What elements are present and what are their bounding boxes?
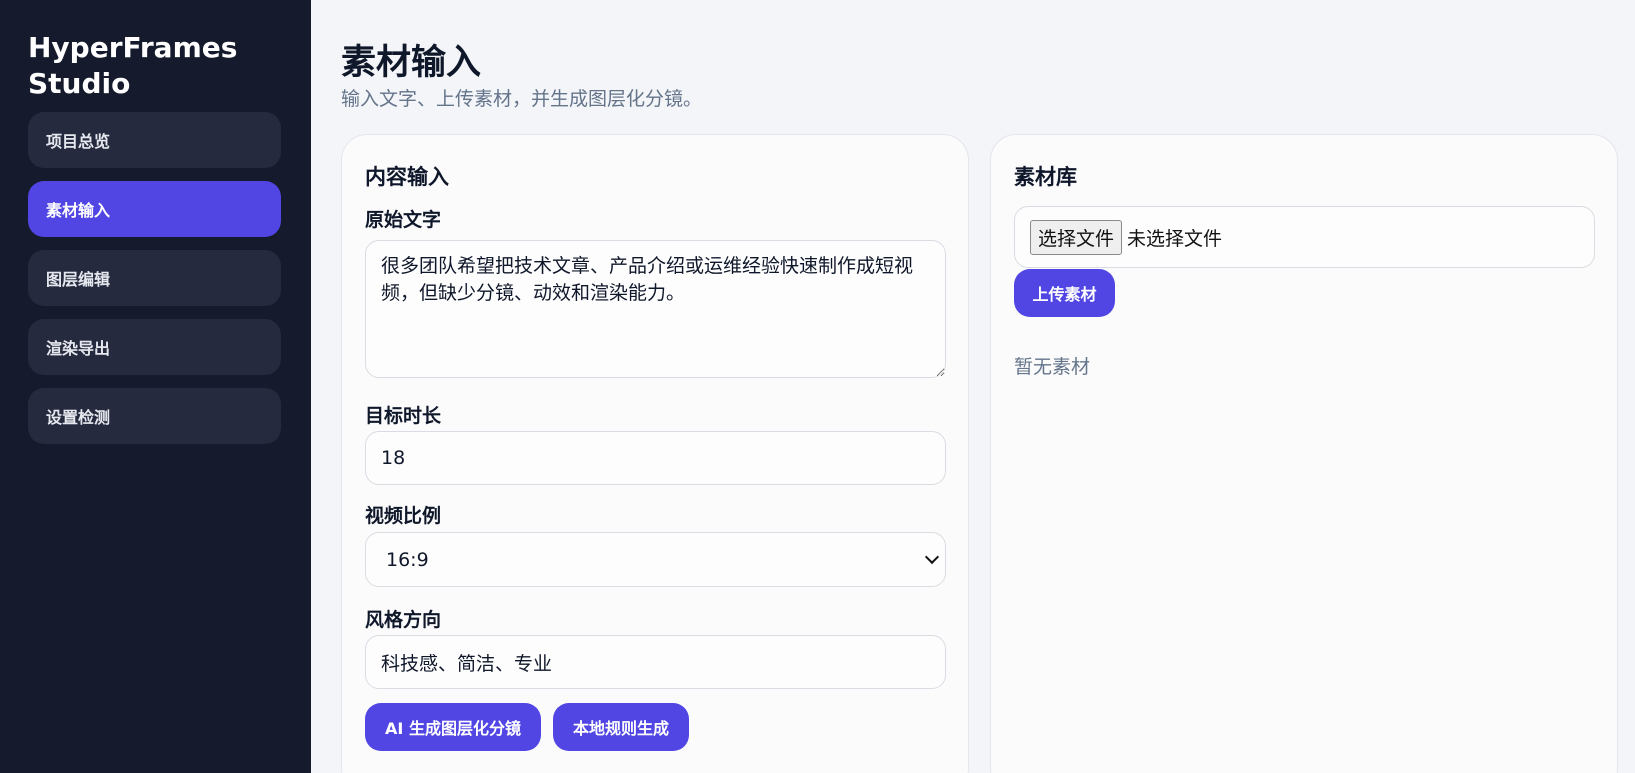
content-input-card: 内容输入 原始文字 很多团队希望把技术文章、产品介绍或运维经验快速制作成短视频，…	[341, 134, 969, 773]
sidebar-item-settings-check[interactable]: 设置检测	[28, 388, 281, 444]
file-status: 未选择文件	[1127, 227, 1223, 250]
source-text-input[interactable]: 很多团队希望把技术文章、产品介绍或运维经验快速制作成短视频，但缺少分镜、动效和渲…	[365, 240, 946, 378]
sidebar-item-label: 项目总览	[46, 132, 111, 151]
ratio-selected-value: 16:9	[386, 548, 429, 571]
sidebar-item-label: 渲染导出	[46, 339, 111, 358]
sidebar: HyperFrames Studio 项目总览 素材输入 图层编辑 渲染导出 设…	[0, 0, 311, 773]
chevron-down-icon	[924, 549, 940, 565]
duration-input[interactable]	[365, 431, 946, 485]
choose-file-button[interactable]: 选择文件	[1030, 219, 1123, 255]
main-content: 素材输入 输入文字、上传素材，并生成图层化分镜。 内容输入 原始文字 很多团队希…	[311, 0, 1635, 773]
source-text-label: 原始文字	[365, 209, 442, 231]
duration-label: 目标时长	[365, 405, 442, 427]
app-brand: HyperFrames Studio	[28, 31, 238, 100]
card-title: 内容输入	[365, 165, 449, 189]
sidebar-item-label: 图层编辑	[46, 270, 111, 289]
style-label: 风格方向	[365, 609, 442, 631]
upload-material-button[interactable]: 上传素材	[1014, 269, 1115, 317]
card-title: 素材库	[1014, 165, 1077, 189]
file-input[interactable]: 选择文件 未选择文件	[1014, 206, 1595, 268]
ratio-select[interactable]: 16:9	[365, 532, 946, 587]
empty-state-text: 暂无素材	[1014, 356, 1091, 378]
sidebar-item-layer-edit[interactable]: 图层编辑	[28, 250, 281, 306]
sidebar-item-overview[interactable]: 项目总览	[28, 112, 281, 168]
style-input[interactable]	[365, 635, 946, 689]
material-library-card: 素材库 选择文件 未选择文件 上传素材 暂无素材	[990, 134, 1618, 773]
sidebar-item-material-input[interactable]: 素材输入	[28, 181, 281, 237]
ratio-label: 视频比例	[365, 505, 442, 527]
page-subtitle: 输入文字、上传素材，并生成图层化分镜。	[341, 88, 703, 110]
ai-generate-button[interactable]: AI 生成图层化分镜	[365, 703, 541, 751]
page-title: 素材输入	[341, 43, 482, 83]
sidebar-item-label: 素材输入	[46, 201, 111, 220]
local-generate-button[interactable]: 本地规则生成	[553, 703, 689, 751]
sidebar-item-label: 设置检测	[46, 408, 111, 427]
sidebar-item-render-export[interactable]: 渲染导出	[28, 319, 281, 375]
